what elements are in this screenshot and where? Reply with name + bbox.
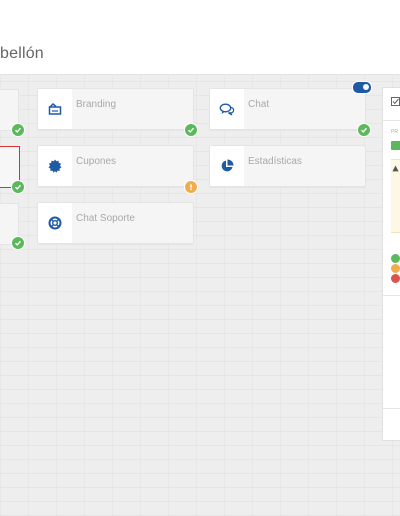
support-icon xyxy=(38,203,72,243)
status-warning-icon xyxy=(184,180,198,194)
title-bar: bellón xyxy=(0,36,400,75)
coupon-icon xyxy=(38,146,72,186)
panel-warning-box xyxy=(391,159,400,233)
status-ok-icon xyxy=(184,123,198,137)
panel-divider xyxy=(383,295,400,296)
module-card-estadisticas[interactable]: Estadísticas xyxy=(209,145,366,187)
legend-warning-dot xyxy=(391,264,400,273)
panel-truncated-label: PR xyxy=(391,129,398,135)
panel-progress-bar xyxy=(391,141,400,150)
status-ok-icon xyxy=(11,180,25,194)
chat-icon xyxy=(210,89,244,129)
stats-icon xyxy=(210,146,244,186)
status-ok-icon xyxy=(11,123,25,137)
branding-icon xyxy=(38,89,72,129)
page-title: bellón xyxy=(0,45,44,62)
module-label: Cupones xyxy=(76,156,117,167)
legend-error-dot xyxy=(391,274,400,283)
modules-workspace xyxy=(0,75,400,516)
top-bar xyxy=(0,0,400,37)
module-label: Estadísticas xyxy=(248,156,302,167)
module-card-chat-soporte[interactable]: Chat Soporte xyxy=(37,202,194,244)
module-label: Branding xyxy=(76,99,117,110)
status-ok-icon xyxy=(357,123,371,137)
module-label: Chat xyxy=(248,99,270,110)
module-card-cupones[interactable]: Cupones xyxy=(37,145,194,187)
module-toggle-switch[interactable] xyxy=(352,81,372,94)
module-label: Chat Soporte xyxy=(76,213,135,224)
panel-divider xyxy=(383,408,400,409)
right-side-panel: PR xyxy=(382,87,400,441)
legend-ok-dot xyxy=(391,254,400,263)
module-card-branding[interactable]: Branding xyxy=(37,88,194,130)
status-ok-icon xyxy=(11,236,25,250)
module-card-chat[interactable]: Chat xyxy=(209,88,366,130)
warning-icon xyxy=(392,165,399,172)
panel-divider xyxy=(383,120,400,121)
checkbox-icon xyxy=(391,97,400,106)
